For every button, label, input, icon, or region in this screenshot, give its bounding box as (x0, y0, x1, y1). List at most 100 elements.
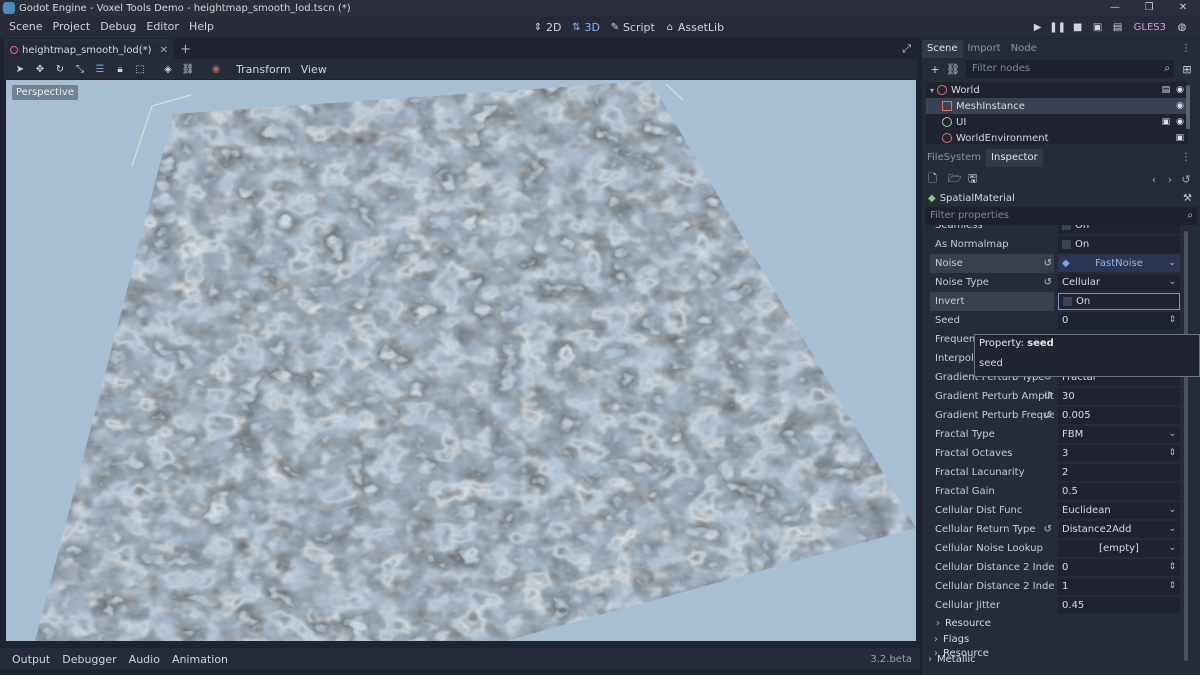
fractal-type-dropdown[interactable]: FBM ⌄ (1058, 426, 1180, 443)
lock-icon[interactable]: 🔒︎ (110, 64, 130, 75)
play-icon[interactable]: ▶ (1028, 22, 1048, 33)
tab-scene[interactable]: Scene (922, 40, 963, 58)
scene-tab[interactable]: heightmap_smooth_lod(*) ✕ (4, 39, 174, 59)
debugger-tab[interactable]: Debugger (56, 653, 122, 666)
tree-node-world[interactable]: ▾ World ▤ ◉ (926, 82, 1188, 98)
seed-spinbox[interactable]: 0 ⇕ (1058, 312, 1180, 329)
add-node-icon[interactable]: + (926, 63, 944, 76)
scale-tool-icon[interactable]: ⤡ (70, 64, 90, 75)
add-scene-icon[interactable]: + (180, 42, 191, 57)
noise-type-dropdown[interactable]: Cellular ⌄ (1058, 274, 1180, 291)
move-tool-icon[interactable]: ✥ (30, 64, 50, 75)
history-forward-icon[interactable]: › (1162, 173, 1178, 186)
rotate-tool-icon[interactable]: ↻ (50, 64, 70, 75)
revert-icon[interactable]: ↺ (1044, 254, 1052, 273)
mode-assetlib-button[interactable]: ⌂ AssetLib (665, 21, 724, 34)
section-metallic[interactable]: › Metallic (928, 653, 976, 667)
mode-3d-button[interactable]: ⇅ 3D (571, 21, 600, 34)
camera-icon[interactable]: ◉ (206, 64, 226, 75)
pause-icon[interactable]: ❚❚ (1048, 22, 1068, 33)
fractal-lacunarity-field[interactable]: 2 (1058, 464, 1180, 481)
node-options-icon[interactable]: ▣ (1175, 133, 1184, 143)
tree-node-worldenvironment[interactable]: WorldEnvironment ▣ (926, 130, 1188, 144)
cellular-noise-lookup-picker[interactable]: [empty] ⌄ (1058, 540, 1180, 557)
link-icon[interactable]: ⛓︎ (944, 63, 962, 76)
tab-import[interactable]: Import (963, 40, 1006, 58)
section-resource[interactable]: › Resource (936, 617, 991, 631)
revert-icon[interactable]: ↺ (1044, 273, 1052, 292)
environment-node-icon (942, 133, 952, 143)
object-tools-icon[interactable]: ⚒ (1183, 193, 1192, 204)
perspective-menu[interactable]: Perspective (12, 85, 78, 100)
tree-node-ui[interactable]: UI ▣ ◉ (926, 114, 1188, 130)
cellular-jitter-field[interactable]: 0.45 (1058, 597, 1180, 614)
close-icon[interactable]: ✕ (160, 45, 168, 56)
section-flags[interactable]: › Flags (934, 633, 969, 647)
output-tab[interactable]: Output (6, 653, 56, 666)
cellular-distance-2-index-0-spinbox[interactable]: 0 ⇕ (1058, 559, 1180, 576)
filter-nodes-input[interactable]: Filter nodes ⌕ (966, 60, 1174, 78)
mode-script-button[interactable]: ✎ Script (610, 21, 655, 34)
renderer-selector[interactable]: GLES3 (1128, 22, 1172, 33)
maximize-button[interactable]: ❐ (1132, 0, 1166, 16)
view-menu[interactable]: View (301, 63, 327, 76)
revert-icon[interactable]: ↺ (1044, 406, 1052, 425)
menu-editor[interactable]: Editor (141, 16, 184, 38)
scene-tree-scrollbar[interactable] (1186, 85, 1190, 129)
menu-help[interactable]: Help (184, 16, 219, 38)
cellular-dist-func-dropdown[interactable]: Euclidean ⌄ (1058, 502, 1180, 519)
visibility-icon[interactable]: ◉ (1176, 117, 1184, 127)
tab-filesystem[interactable]: FileSystem (922, 149, 986, 167)
dock-menu-icon[interactable]: ⋮ (1176, 149, 1196, 167)
save-icon[interactable]: 🖫︎ (968, 170, 988, 189)
transform-menu[interactable]: Transform (236, 63, 291, 76)
invert-checkbox[interactable]: On (1058, 293, 1180, 310)
cellular-distance-2-index-1-spinbox[interactable]: 1 ⇕ (1058, 578, 1180, 595)
menu-debug[interactable]: Debug (95, 16, 141, 38)
revert-icon[interactable]: ↺ (1044, 387, 1052, 406)
close-window-button[interactable]: ✕ (1166, 0, 1200, 16)
menu-scene[interactable]: Scene (4, 16, 48, 38)
script-attached-icon[interactable]: ▤ (1162, 85, 1171, 95)
filter-properties-input[interactable]: Filter properties ⌕ (925, 207, 1197, 225)
gradient-perturb-amplitude-field[interactable]: 30 (1058, 388, 1180, 405)
audio-tab[interactable]: Audio (123, 653, 166, 666)
group-icon[interactable]: ⬚ (130, 64, 150, 75)
play-custom-scene-icon[interactable]: ▤ (1108, 22, 1128, 33)
mode-2d-button[interactable]: ⇕ 2D (533, 21, 562, 34)
menu-project[interactable]: Project (48, 16, 96, 38)
revert-icon[interactable]: ↺ (1044, 520, 1052, 539)
instanced-scene-icon[interactable]: ▣ (1162, 117, 1171, 127)
dock-menu-icon[interactable]: ⋮ (1176, 40, 1196, 58)
tab-inspector[interactable]: Inspector (986, 149, 1043, 167)
visibility-icon[interactable]: ◉ (1176, 101, 1184, 111)
as-normalmap-checkbox[interactable]: On (1058, 236, 1180, 253)
scene-options-icon[interactable]: ⊞ (1178, 63, 1196, 76)
history-icon[interactable]: ↺ (1178, 173, 1194, 186)
tab-node[interactable]: Node (1006, 40, 1042, 58)
snap-icon[interactable]: ⛓︎ (178, 64, 198, 75)
history-back-icon[interactable]: ‹ (1146, 173, 1162, 186)
seamless-checkbox[interactable]: On (1058, 225, 1180, 234)
expand-arrow-icon[interactable]: ▾ (930, 86, 934, 95)
3d-viewport[interactable]: Perspective (6, 80, 916, 641)
stop-icon[interactable]: ■ (1068, 22, 1088, 33)
fractal-gain-field[interactable]: 0.5 (1058, 483, 1180, 500)
open-folder-icon[interactable]: 🗁︎ (948, 170, 968, 189)
property-invert: Invert On (930, 292, 1186, 311)
visibility-icon[interactable]: ◉ (1176, 85, 1184, 95)
cellular-return-type-dropdown[interactable]: Distance2Add ⌄ (1058, 521, 1180, 538)
select-tool-icon[interactable]: ➤ (10, 64, 30, 75)
fractal-octaves-spinbox[interactable]: 3 ⇕ (1058, 445, 1180, 462)
minimize-button[interactable]: — (1098, 0, 1132, 16)
list-select-icon[interactable]: ☰ (90, 64, 110, 75)
noise-resource-picker[interactable]: ◆ FastNoise ⌄ (1058, 255, 1180, 272)
new-resource-icon[interactable]: 🗋︎ (928, 170, 948, 189)
play-scene-icon[interactable]: ▣ (1088, 22, 1108, 33)
animation-tab[interactable]: Animation (166, 653, 234, 666)
local-space-icon[interactable]: ◈ (158, 64, 178, 75)
distraction-free-icon[interactable]: ⤢ (902, 42, 911, 56)
gradient-perturb-frequency-field[interactable]: 0.005 (1058, 407, 1180, 424)
tree-node-meshinstance[interactable]: MeshInstance ◉ (926, 98, 1188, 114)
inspector-scrollbar[interactable] (1184, 231, 1188, 661)
